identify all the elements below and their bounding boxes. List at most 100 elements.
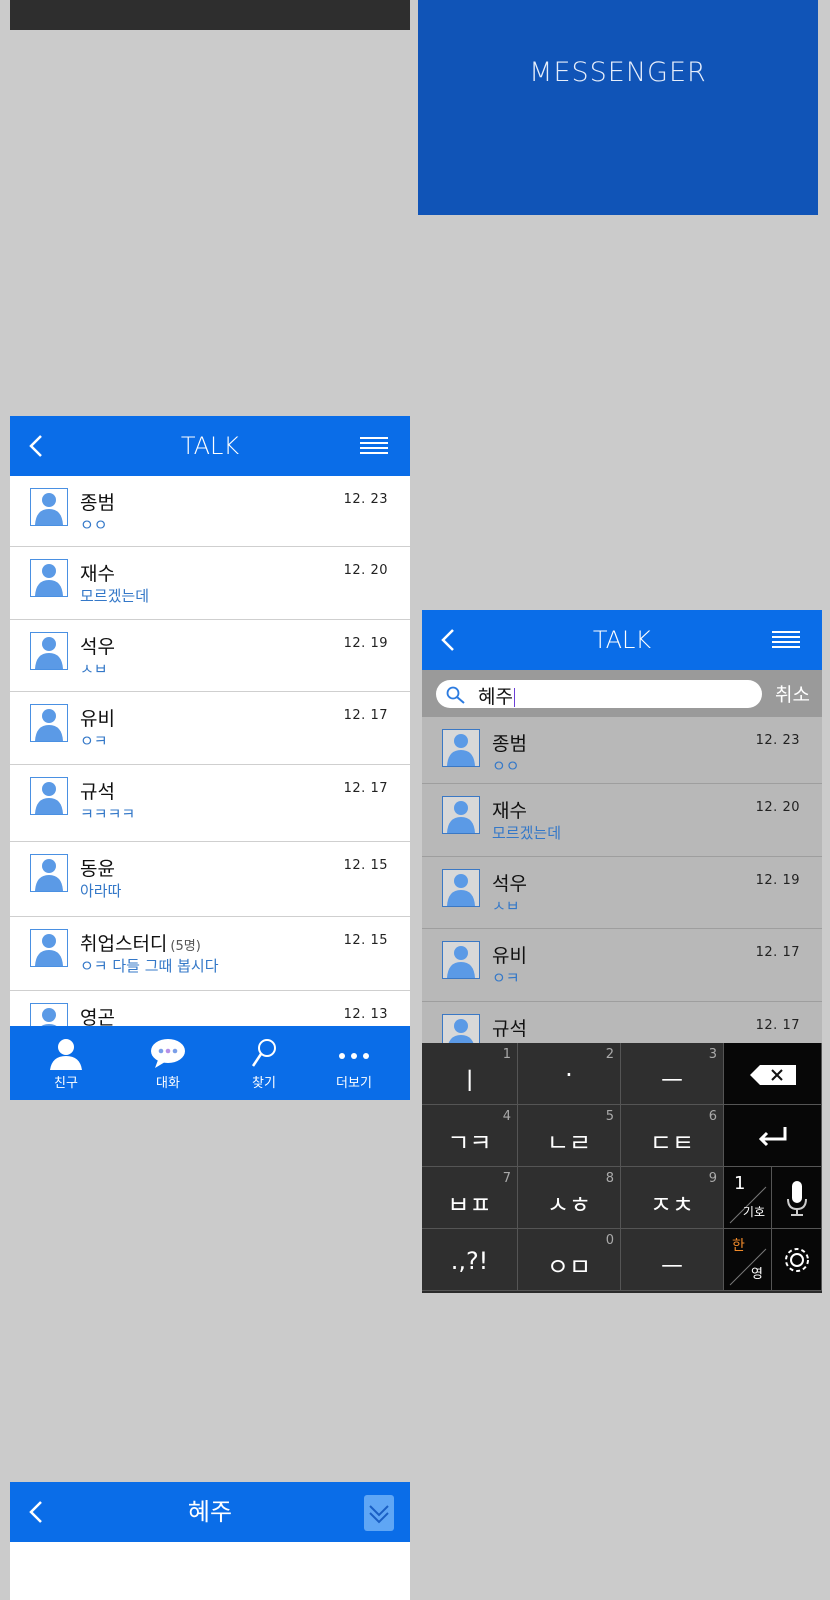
- search-input[interactable]: 혜주: [436, 680, 762, 708]
- korean-keyboard: ㅣ 1 · 2 ㅡ 3 ㄱㅋ 4 ㄴㄹ 5 ㄷㅌ 6 ㅂㅍ 7 ㅅㅎ 8 ㅈㅊ 9.,?! ㅇㅁ 0 ㅡ 1 기호 한 영: [422, 1043, 822, 1293]
- chat-row[interactable]: 종범 ㅇㅇ 12. 23: [10, 476, 410, 547]
- message-date: 12. 15: [343, 858, 388, 873]
- message-date: 12. 23: [755, 733, 800, 748]
- key-12[interactable]: ㅡ: [621, 1229, 724, 1291]
- lang-key-top: 한: [732, 1238, 745, 1254]
- backspace-key[interactable]: [724, 1043, 822, 1105]
- contact-name: 종범: [80, 492, 115, 514]
- chat-row[interactable]: 유비 ㅇㅋ 12. 17: [10, 692, 410, 765]
- last-message: ㅇㅋ: [492, 969, 520, 987]
- contact-name: 유비: [80, 708, 115, 730]
- nav-more[interactable]: 더보기: [314, 1026, 394, 1100]
- chat-row[interactable]: 재수 모르겠는데 12. 20: [422, 784, 822, 857]
- symbol-key[interactable]: 1 기호: [724, 1167, 772, 1229]
- message-date: 12. 15: [343, 933, 388, 948]
- contact-name: 종범: [492, 733, 527, 755]
- splash-screen: MESSENGER: [418, 0, 818, 215]
- chat-row[interactable]: 석우 ㅅㅂ 12. 19: [422, 857, 822, 929]
- enter-icon: [758, 1127, 786, 1147]
- key-number: 8: [605, 1171, 614, 1186]
- magnifier-icon: [446, 686, 465, 704]
- cancel-button[interactable]: 취소: [775, 680, 810, 707]
- chat-row[interactable]: 규석 ㅋㅋㅋㅋ 12. 17: [10, 765, 410, 842]
- key-5[interactable]: ㄴㄹ 5: [518, 1105, 621, 1167]
- message-date: 12. 19: [343, 636, 388, 651]
- page-title: TALK: [180, 432, 240, 460]
- enter-key[interactable]: [724, 1105, 822, 1167]
- nav-search[interactable]: 찾기: [224, 1026, 304, 1100]
- chat-row[interactable]: 종범 ㅇㅇ 12. 23: [422, 717, 822, 784]
- contact-name: 석우: [80, 636, 115, 658]
- chat-row[interactable]: 취업스터디 (5명) ㅇㅋ 다들 그때 봅시다 12. 15: [10, 917, 410, 991]
- search-result-list: 종범 ㅇㅇ 12. 23 재수 모르겠는데 12. 20 석우 ㅅㅂ 12. 19 유비 ㅇㅋ 12.…: [422, 717, 822, 1074]
- chat-appbar: 혜주: [10, 1482, 410, 1542]
- chat-row[interactable]: 석우 ㅅㅂ 12. 19: [10, 620, 410, 692]
- avatar: [442, 729, 480, 767]
- bottom-nav: 친구 대화 찾기 더보기: [10, 1026, 410, 1100]
- key-4[interactable]: ㄱㅋ 4: [422, 1105, 518, 1167]
- nav-more-label: 더보기: [336, 1076, 372, 1091]
- key-8[interactable]: ㅅㅎ 8: [518, 1167, 621, 1229]
- last-message: 아라따: [80, 882, 122, 900]
- key-glyph: .,?!: [450, 1247, 489, 1275]
- key-2[interactable]: · 2: [518, 1043, 621, 1105]
- avatar: [30, 777, 68, 815]
- gear-icon: [784, 1248, 809, 1272]
- expand-button[interactable]: [364, 1495, 394, 1531]
- contact-name: 재수: [80, 563, 115, 585]
- key-glyph: ㅈㅊ: [649, 1191, 695, 1219]
- message-date: 12. 17: [755, 945, 800, 960]
- nav-friends[interactable]: 친구: [26, 1026, 106, 1100]
- language-key[interactable]: 한영: [724, 1229, 772, 1291]
- key-9[interactable]: ㅈㅊ 9: [621, 1167, 724, 1229]
- key-glyph: ㅂㅍ: [447, 1191, 492, 1219]
- menu-icon[interactable]: [772, 630, 800, 650]
- key-10[interactable]: .,?!: [422, 1229, 518, 1291]
- avatar: [442, 796, 480, 834]
- chat-row[interactable]: 동윤아라따 12. 15: [10, 842, 410, 917]
- key-11[interactable]: ㅇㅁ 0: [518, 1229, 621, 1291]
- last-message: ㅅㅂ: [492, 897, 520, 915]
- chat-row[interactable]: 재수 모르겠는데 12. 20: [10, 547, 410, 620]
- nav-search-label: 찾기: [252, 1076, 276, 1091]
- key-glyph: ㅇㅁ: [546, 1253, 592, 1281]
- contact-name: 규석: [492, 1018, 527, 1040]
- more-dots-icon: [339, 1053, 369, 1059]
- message-date: 12. 20: [755, 800, 800, 815]
- contact-name: 규석: [80, 781, 115, 803]
- nav-chats[interactable]: 대화: [128, 1026, 208, 1100]
- last-message: ㅇㅋ 다들 그때 봅시다: [80, 957, 219, 975]
- talk-search-screen: TALK 혜주 취소 종범 ㅇㅇ 12. 23 재수 모르겠는데 12. 20 석우 ㅅㅂ 12…: [422, 610, 822, 1293]
- key-glyph: ㄱㅋ: [447, 1129, 492, 1157]
- settings-key[interactable]: [772, 1229, 822, 1291]
- avatar: [30, 488, 68, 526]
- key-number: 0: [605, 1233, 614, 1248]
- key-number: 6: [708, 1109, 717, 1124]
- contact-name: 취업스터디 (5명): [80, 933, 201, 955]
- key-glyph: ·: [565, 1061, 573, 1089]
- talk-list-screen: TALK 종범 ㅇㅇ 12. 23 재수 모르겠는데 12. 20 석우 ㅅㅂ 12. 19 유비…: [10, 416, 410, 1100]
- key-3[interactable]: ㅡ3: [621, 1043, 724, 1105]
- search-bar: 혜주 취소: [422, 670, 822, 717]
- text-caret: [513, 688, 516, 707]
- top-tab-strip: [10, 0, 410, 30]
- chat-row[interactable]: 유비 ㅇㅋ 12. 17: [422, 929, 822, 1002]
- chat-screen: 혜주: [10, 1482, 410, 1600]
- symbol-key-bottom: 기호: [742, 1205, 765, 1219]
- key-number: 4: [502, 1109, 511, 1124]
- talk-appbar: TALK: [10, 416, 410, 476]
- key-6[interactable]: ㄷㅌ 6: [621, 1105, 724, 1167]
- key-1[interactable]: ㅣ1: [422, 1043, 518, 1105]
- key-7[interactable]: ㅂㅍ 7: [422, 1167, 518, 1229]
- key-number: 1: [502, 1047, 511, 1062]
- search-appbar: TALK: [422, 610, 822, 670]
- key-number: 2: [605, 1047, 614, 1062]
- avatar: [30, 929, 68, 967]
- last-message: ㅋㅋㅋㅋ: [80, 805, 136, 823]
- menu-icon[interactable]: [360, 436, 388, 456]
- last-message: 모르겠는데: [492, 824, 562, 842]
- mic-key[interactable]: [772, 1167, 822, 1229]
- key-number: 5: [605, 1109, 614, 1124]
- contact-name: 동윤: [80, 858, 115, 880]
- chat-title: 혜주: [187, 1498, 233, 1526]
